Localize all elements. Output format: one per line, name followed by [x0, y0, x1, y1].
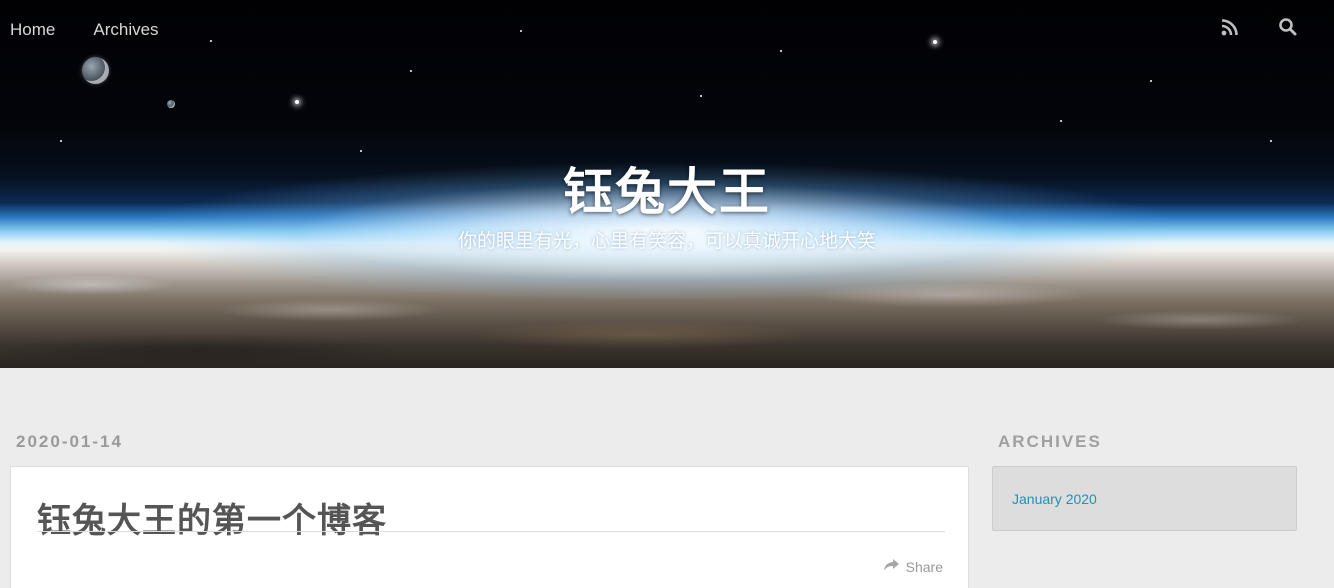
share-button[interactable]: Share [883, 558, 943, 575]
star-decoration [780, 50, 782, 52]
search-icon[interactable] [1278, 17, 1298, 37]
post-card: 钰兔大王的第一个博客 Share [10, 466, 969, 588]
post-date[interactable]: 2020-01-14 [16, 432, 123, 452]
star-decoration [60, 140, 62, 142]
share-label: Share [905, 558, 943, 575]
star-decoration [1150, 80, 1152, 82]
moon-decoration [82, 57, 109, 84]
star-decoration [933, 40, 937, 44]
site-title[interactable]: 钰兔大王 [0, 152, 1334, 224]
archive-link-january-2020[interactable]: January 2020 [1012, 491, 1097, 507]
star-decoration [210, 40, 212, 42]
nav-archives-link[interactable]: Archives [93, 20, 158, 40]
banner-clouds [0, 255, 1334, 368]
share-icon [883, 558, 900, 575]
star-decoration [410, 70, 412, 72]
star-decoration [1060, 120, 1062, 122]
main-nav: Home Archives [10, 20, 159, 40]
post-divider [37, 531, 945, 532]
header-banner: Home Archives 钰兔大王 你的眼里有光，心里有笑容，可以真诚开心地大… [0, 0, 1334, 368]
nav-home-link[interactable]: Home [10, 20, 55, 40]
rss-icon[interactable] [1220, 17, 1240, 37]
star-decoration [520, 30, 522, 32]
star-decoration [1270, 140, 1272, 142]
archives-widget: January 2020 [992, 466, 1297, 531]
star-decoration [295, 100, 299, 104]
nav-icons [1220, 17, 1298, 37]
star-decoration [700, 95, 702, 97]
small-moon-decoration [167, 100, 175, 108]
archives-widget-title: ARCHIVES [998, 432, 1102, 451]
post-title[interactable]: 钰兔大王的第一个博客 [37, 493, 387, 542]
site-subtitle: 你的眼里有光，心里有笑容，可以真诚开心地大笑 [457, 230, 876, 252]
